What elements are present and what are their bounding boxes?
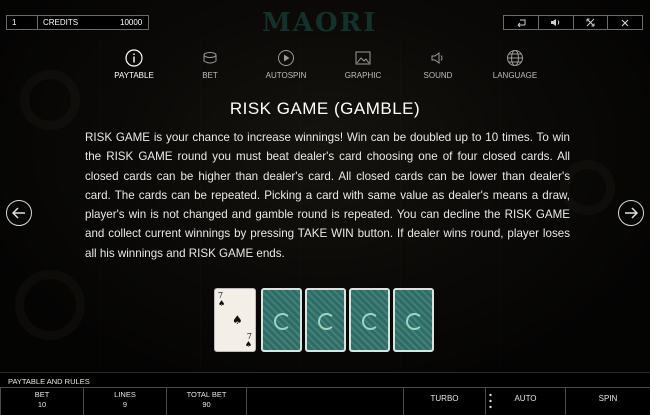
- tab-bet[interactable]: BET: [175, 49, 245, 80]
- play-icon: [278, 50, 294, 66]
- tab-label: LANGUAGE: [492, 71, 538, 80]
- bet-display[interactable]: BET 10: [0, 387, 83, 415]
- tab-label: BET: [202, 71, 218, 80]
- bet-value: 10: [37, 400, 47, 409]
- previous-page-button[interactable]: [6, 200, 32, 226]
- closed-card: [393, 288, 434, 352]
- globe-icon: [507, 50, 523, 66]
- spade-icon: ♠: [232, 313, 243, 327]
- tab-paytable[interactable]: PAYTABLE: [99, 49, 169, 80]
- card-emblem-icon: [318, 313, 335, 330]
- top-icon-bar: [503, 15, 643, 30]
- total-bet-value: 90: [202, 400, 211, 409]
- rules-text: RISK GAME is your chance to increase win…: [85, 131, 570, 260]
- bet-label: BET: [34, 390, 50, 399]
- bottom-bar: PAYTABLE AND RULES BET 10 LINES 9 TOTAL …: [0, 372, 650, 415]
- card-emblem-icon: [406, 313, 423, 330]
- card-emblem-icon: [362, 313, 379, 330]
- fullscreen-icon[interactable]: [572, 16, 608, 29]
- line-number: 1: [12, 18, 17, 27]
- tab-label: PAYTABLE: [114, 71, 154, 80]
- auto-label: AUTO: [514, 394, 537, 403]
- tab-autospin[interactable]: AUTOSPIN: [251, 49, 321, 80]
- total-bet-label: TOTAL BET: [186, 390, 227, 399]
- settings-menu: PAYTABLE BET AUTOSPIN GRAPHIC SOUND LANG…: [0, 49, 650, 85]
- credits-display: 1 CREDITS 10000: [6, 15, 149, 30]
- divider: [37, 16, 38, 29]
- close-icon[interactable]: [607, 16, 642, 29]
- speaker-icon: [431, 52, 443, 64]
- card-emblem-icon: [274, 313, 291, 330]
- tab-label: AUTOSPIN: [265, 71, 307, 80]
- more-icon: [489, 393, 492, 409]
- arrow-right-icon: [625, 207, 638, 219]
- arrow-left-icon: [12, 207, 25, 219]
- tab-label: GRAPHIC: [344, 71, 382, 80]
- credits-value: 10000: [120, 18, 143, 27]
- dealer-card: 7 ♠ ♠ 7 ♠: [214, 288, 256, 352]
- info-icon: [125, 49, 143, 67]
- lines-display[interactable]: LINES 9: [83, 387, 166, 415]
- lines-label: LINES: [114, 390, 136, 399]
- next-page-button[interactable]: [618, 200, 644, 226]
- paytable-and-rules-label: PAYTABLE AND RULES: [8, 377, 90, 386]
- spin-label: SPIN: [598, 394, 618, 403]
- tab-label: SOUND: [423, 71, 453, 80]
- card-suit: ♠: [218, 299, 226, 308]
- bottom-spacer: [246, 387, 403, 415]
- game-logo: MAORI: [262, 8, 378, 38]
- closed-card: [261, 288, 302, 352]
- card-suit: ♠: [244, 340, 252, 349]
- tab-language[interactable]: LANGUAGE: [480, 49, 550, 80]
- page-title: RISK GAME (GAMBLE): [229, 99, 421, 118]
- back-icon[interactable]: [504, 16, 538, 29]
- turbo-button[interactable]: TURBO: [403, 387, 485, 415]
- lines-value: 9: [122, 400, 128, 409]
- total-bet-display: TOTAL BET 90: [166, 387, 246, 415]
- closed-card: [349, 288, 390, 352]
- tab-graphic[interactable]: GRAPHIC: [328, 49, 398, 80]
- sound-icon[interactable]: [537, 16, 573, 29]
- coins-icon: [203, 52, 217, 64]
- turbo-label: TURBO: [430, 394, 459, 403]
- closed-card: [305, 288, 346, 352]
- auto-button[interactable]: AUTO: [485, 387, 565, 415]
- spin-button[interactable]: SPIN: [565, 387, 650, 415]
- image-icon: [355, 51, 371, 65]
- tab-sound[interactable]: SOUND: [403, 49, 473, 80]
- credits-label: CREDITS: [43, 18, 79, 27]
